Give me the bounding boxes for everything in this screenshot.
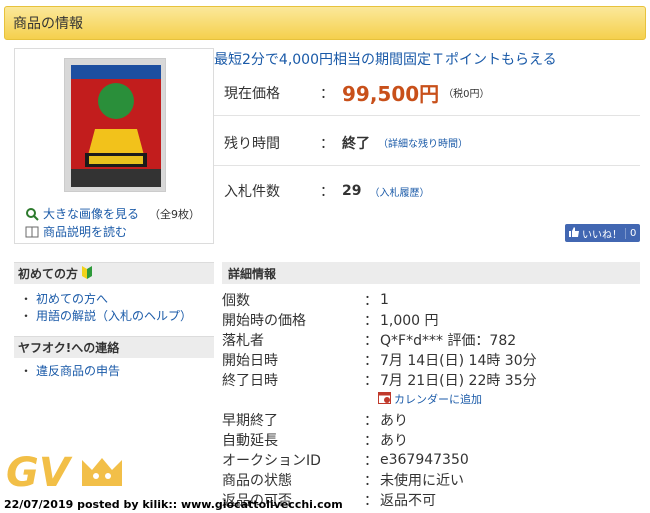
current-price-row: 現在価格 ： 99,500円 （税0円）: [214, 70, 640, 116]
beginner-mark-icon: [82, 265, 93, 282]
section-title: 商品の情報: [13, 16, 83, 32]
product-thumbnail[interactable]: [64, 58, 166, 192]
bid-history-link[interactable]: （入札履歴）: [369, 184, 429, 199]
book-icon: [25, 225, 39, 239]
image-count: （全9枚）: [149, 207, 201, 221]
price-colon: ：: [320, 85, 334, 102]
bid-count: 29: [342, 183, 362, 199]
read-description-link[interactable]: 商品説明を読む: [43, 223, 127, 240]
calendar-icon: [378, 391, 391, 407]
thumbs-up-icon: [569, 226, 579, 240]
detail-row: 個数： 1: [222, 292, 389, 309]
contact-box: ヤフオク!への連絡 ・違反商品の申告: [14, 336, 214, 379]
detail-row: 終了日時： 7月 21日(日) 22時 35分: [222, 373, 537, 389]
section-header: 商品の情報: [4, 6, 646, 40]
detail-row: 開始時の価格： 1,000 円: [222, 313, 439, 329]
posted-credit: 22/07/2019 posted by kilik:: www.giocatt…: [4, 498, 343, 511]
image-panel: 大きな画像を見る （全9枚） 商品説明を読む: [14, 48, 214, 244]
like-button[interactable]: いいね！ 0: [565, 224, 641, 242]
description-row: 商品説明を読む: [25, 223, 127, 240]
like-label: いいね！: [582, 229, 622, 241]
beginners-heading: 初めての方: [14, 262, 214, 284]
tax-note: （税0円）: [443, 89, 490, 100]
enlarge-image-row: 大きな画像を見る （全9枚）: [25, 205, 200, 222]
watermark-logo: GV: [4, 446, 154, 498]
remaining-time-row: 残り時間 ： 終了 （詳細な残り時間）: [214, 120, 640, 166]
glossary-help-link[interactable]: ・用語の解説（入札のヘルプ）: [14, 307, 214, 324]
current-price: 99,500円: [342, 82, 440, 106]
time-label: 残り時間: [224, 135, 280, 152]
detailed-time-link[interactable]: （詳細な残り時間）: [378, 135, 468, 150]
beginners-title: 初めての方: [18, 267, 79, 281]
add-calendar-link[interactable]: カレンダーに追加: [378, 391, 482, 407]
like-count: 0: [625, 227, 636, 239]
details-heading: 詳細情報: [222, 262, 640, 284]
time-colon: ：: [320, 135, 334, 152]
bids-colon: ：: [320, 184, 334, 200]
detail-row: 早期終了：あり: [222, 413, 408, 429]
contact-heading: ヤフオク!への連絡: [14, 336, 214, 358]
beginners-box: 初めての方 ・初めての方へ ・用語の解説（入札のヘルプ）: [14, 262, 214, 324]
time-value: 終了: [342, 135, 370, 152]
bid-count-row: 入札件数 ： 29 （入札履歴）: [214, 168, 640, 214]
enlarge-image-link[interactable]: 大きな画像を見る: [43, 205, 139, 222]
detail-row: 開始日時： 7月 14日(日) 14時 30分: [222, 353, 537, 369]
magnifier-icon: [25, 207, 39, 221]
price-label: 現在価格: [224, 85, 280, 102]
detail-row: 商品の状態：未使用に近い: [222, 473, 464, 489]
detail-row: 落札者： Q*F*d*** 評価：782: [222, 333, 517, 349]
detail-row: オークションID： e367947350: [222, 452, 469, 469]
report-violation-link[interactable]: ・違反商品の申告: [14, 362, 214, 379]
detail-row: 自動延長：あり: [222, 433, 408, 449]
beginners-guide-link[interactable]: ・初めての方へ: [14, 290, 214, 307]
svg-text:GV: GV: [6, 450, 73, 496]
tpoint-promo-link[interactable]: 最短2分で4,000円相当の期間固定Ｔポイントもらえる: [214, 49, 557, 69]
bids-label: 入札件数: [224, 184, 280, 200]
